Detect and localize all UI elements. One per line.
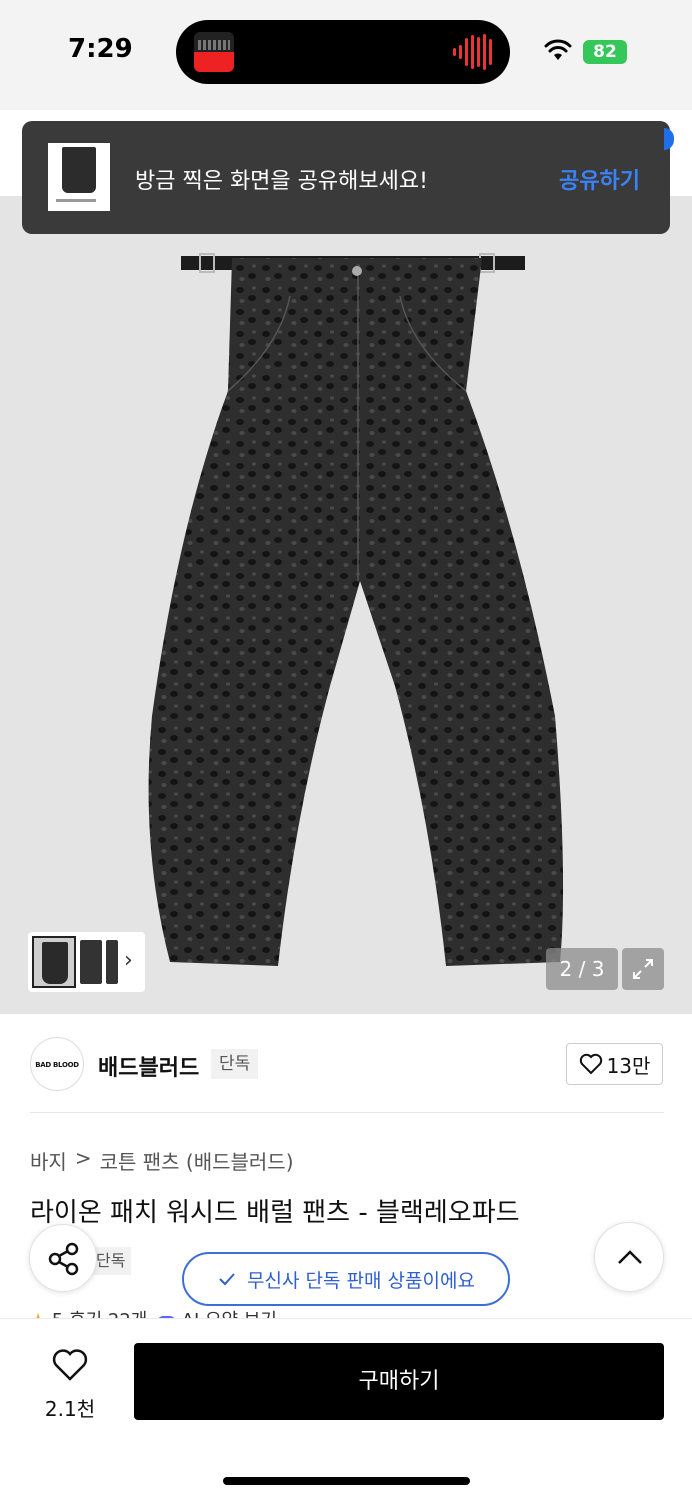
image-page-indicator: 2 / 3 xyxy=(546,948,618,990)
thumbnail-item[interactable] xyxy=(32,936,76,988)
brand-like-button[interactable]: 13만 xyxy=(566,1043,663,1085)
expand-icon xyxy=(633,959,653,979)
chevron-up-icon xyxy=(618,1250,642,1264)
heart-icon xyxy=(579,1053,602,1075)
now-playing-artwork xyxy=(194,32,234,72)
check-icon xyxy=(219,1273,235,1286)
product-title: 라이온 패치 워시드 배럴 팬츠 - 블랙레오파드 xyxy=(30,1198,520,1228)
audio-waveform-icon xyxy=(453,34,492,70)
share-action-button[interactable]: 공유하기 xyxy=(559,163,640,195)
thumbnail-item[interactable] xyxy=(80,940,102,984)
breadcrumb-subcategory[interactable]: 코튼 팬츠 (배드블러드) xyxy=(100,1146,294,1175)
scroll-to-top-button[interactable] xyxy=(594,1222,664,1292)
thumbnail-item[interactable] xyxy=(106,940,118,984)
battery-icon: 82 xyxy=(583,40,627,64)
dynamic-island[interactable] xyxy=(176,20,510,84)
wifi-icon xyxy=(544,39,572,60)
brand-logo[interactable]: BAD BLOOD xyxy=(30,1037,84,1091)
buy-button[interactable]: 구매하기 xyxy=(134,1343,664,1420)
status-time: 7:29 xyxy=(68,34,133,64)
fullscreen-button[interactable] xyxy=(622,948,664,990)
status-bar: 7:29 82 xyxy=(0,0,692,110)
wishlist-count: 2.1천 xyxy=(44,1397,96,1421)
home-indicator[interactable] xyxy=(223,1477,470,1485)
breadcrumb: 바지 > 코튼 팬츠 (배드블러드) xyxy=(30,1146,294,1175)
brand-like-count: 13만 xyxy=(606,1053,651,1078)
brand-exclusive-badge: 단독 xyxy=(211,1049,259,1079)
product-image xyxy=(148,253,564,966)
share-icon xyxy=(48,1242,79,1276)
brand-name[interactable]: 배드블러드 xyxy=(98,1050,199,1082)
bottom-action-bar: 2.1천 구매하기 xyxy=(0,1318,692,1500)
wishlist-button[interactable]: 2.1천 xyxy=(30,1345,110,1421)
toast-message: 방금 찍은 화면을 공유해보세요! xyxy=(135,169,428,194)
share-button[interactable] xyxy=(29,1224,97,1292)
exclusive-notice-text: 무신사 단독 판매 상품이에요 xyxy=(247,1269,475,1292)
toast-edge-indicator xyxy=(664,128,674,150)
breadcrumb-separator-icon: > xyxy=(74,1146,92,1170)
divider xyxy=(30,1112,664,1113)
exclusive-notice-pill: 무신사 단독 판매 상품이에요 xyxy=(182,1252,510,1306)
chevron-right-icon[interactable]: › xyxy=(124,948,133,973)
screenshot-share-toast[interactable]: 방금 찍은 화면을 공유해보세요! 공유하기 xyxy=(22,121,670,234)
heart-icon xyxy=(52,1349,88,1381)
thumbnail-strip[interactable]: › xyxy=(28,932,145,992)
screenshot-thumbnail xyxy=(48,143,110,211)
product-image-gallery[interactable]: › 2 / 3 xyxy=(0,196,692,1014)
breadcrumb-category[interactable]: 바지 xyxy=(30,1146,67,1175)
